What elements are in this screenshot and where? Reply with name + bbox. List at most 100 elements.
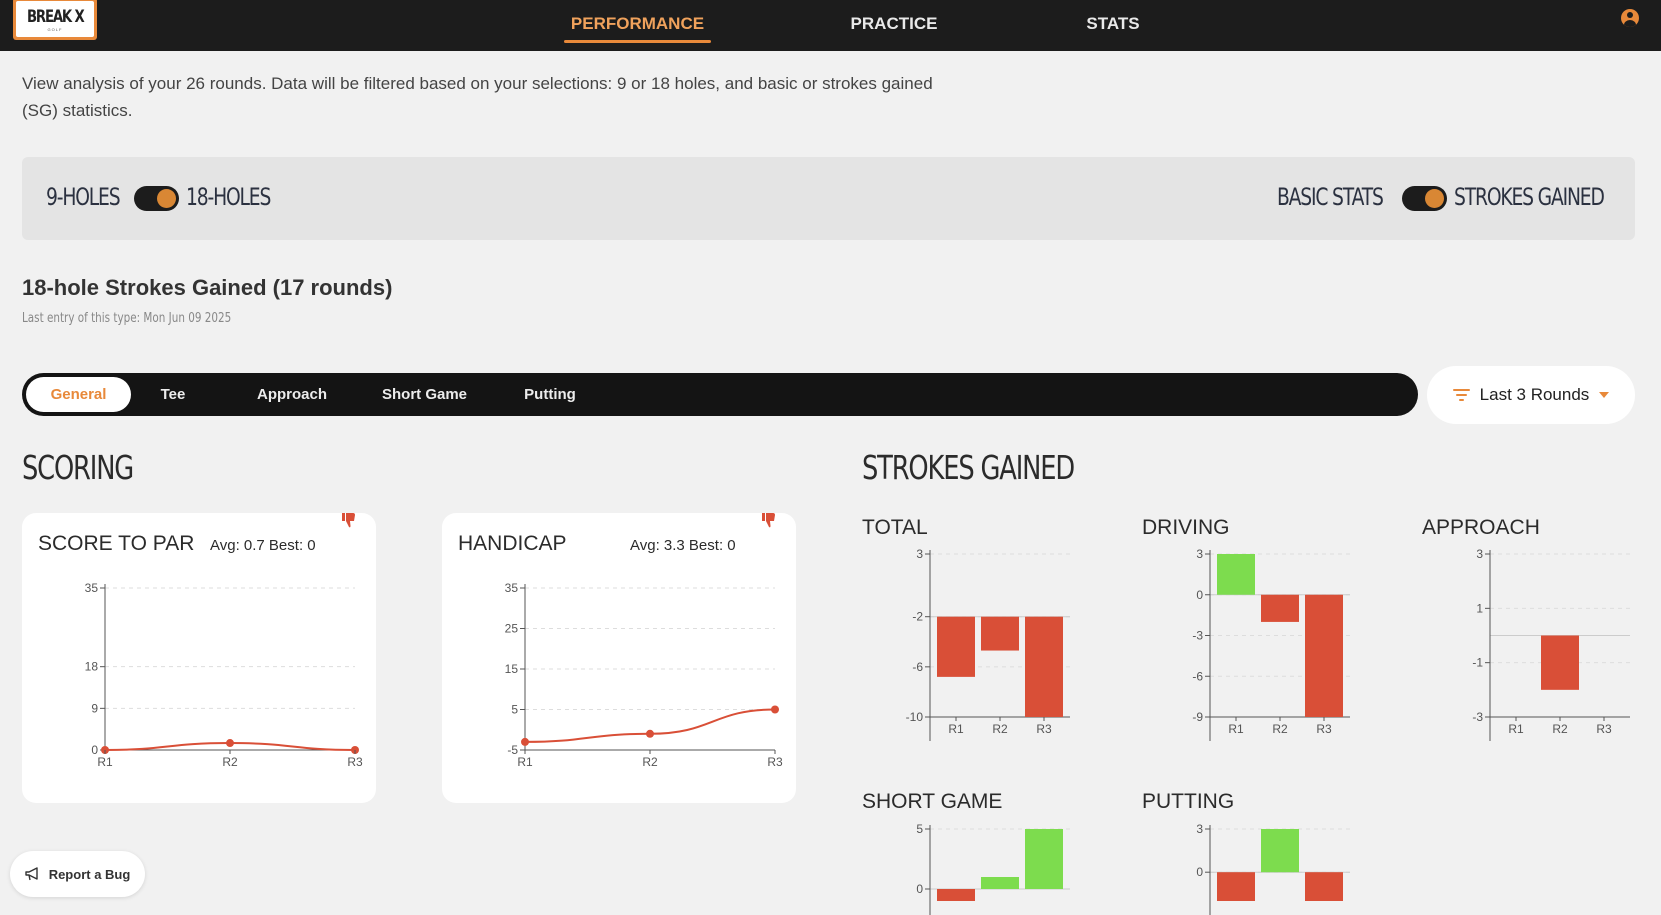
- y-tick-label: -2: [912, 610, 923, 624]
- tab-tee[interactable]: Tee: [140, 377, 206, 412]
- stats-toggle-switch[interactable]: [1402, 186, 1447, 211]
- x-tick-label: R1: [948, 722, 964, 736]
- data-point: [646, 729, 654, 738]
- y-tick-label: 35: [85, 581, 99, 595]
- y-tick-label: 0: [1196, 865, 1203, 879]
- handicap-chart: -55152535R1 R2 R3: [505, 581, 783, 769]
- bar: [937, 889, 975, 901]
- bar: [1305, 872, 1343, 901]
- toggle-label-strokes-gained[interactable]: STROKES GAINED: [1454, 183, 1605, 211]
- x-tick-label: R1: [97, 755, 113, 769]
- y-tick-label: 25: [505, 622, 519, 636]
- tab-general[interactable]: General: [26, 377, 131, 412]
- y-tick-label: -6: [912, 660, 923, 674]
- logo-subtext: GOLF: [47, 26, 63, 32]
- y-tick-label: 5: [916, 822, 923, 836]
- toggle-label-18-holes[interactable]: 18-HOLES: [186, 183, 271, 211]
- y-tick-label: 3: [1196, 547, 1203, 561]
- x-tick-label: R3: [1596, 722, 1612, 736]
- chart-title-short-game: SHORT GAME: [862, 790, 1003, 813]
- y-tick-label: -3: [1192, 629, 1203, 643]
- bar: [1217, 554, 1255, 595]
- y-tick-label: 5: [511, 703, 518, 717]
- handicap-card: HANDICAP Avg: 3.3 Best: 0 -5 5 15 25 35 R1 R2 R…: [442, 513, 796, 803]
- x-tick-label: R3: [347, 755, 363, 769]
- bar: [1025, 829, 1063, 889]
- section-title: 18-hole Strokes Gained (17 rounds): [22, 275, 393, 300]
- chevron-down-icon: [1599, 392, 1610, 398]
- round-range-dropdown[interactable]: Last 3 Rounds: [1427, 366, 1635, 424]
- chart-title-driving: DRIVING: [1142, 516, 1230, 539]
- data-point: [226, 739, 234, 748]
- nav-tab-practice[interactable]: PRACTICE: [840, 7, 948, 41]
- holes-toggle-switch[interactable]: [134, 186, 179, 211]
- chart-title-putting: PUTTING: [1142, 790, 1235, 813]
- report-bug-label: Report a Bug: [48, 866, 131, 882]
- x-tick-label: R1: [1228, 722, 1244, 736]
- bar: [981, 877, 1019, 889]
- toggle-label-basic-stats[interactable]: BASIC STATS: [1277, 183, 1384, 211]
- bar: [1261, 594, 1299, 622]
- bar: [1541, 635, 1579, 690]
- x-tick-label: R1: [1508, 722, 1524, 736]
- scoring-heading: SCORING: [22, 448, 134, 487]
- toggle-knob: [157, 189, 176, 208]
- data-point: [771, 705, 779, 714]
- megaphone-icon: [24, 867, 38, 881]
- bar: [1261, 829, 1299, 873]
- y-tick-label: 15: [505, 662, 519, 676]
- y-tick-label: 0: [916, 882, 923, 896]
- chart-title-total: TOTAL: [862, 516, 928, 539]
- nav-tab-stats[interactable]: STATS: [1075, 7, 1151, 41]
- round-range-label: Last 3 Rounds: [1479, 385, 1590, 404]
- score-to-par-chart: 091835R1 R2 R3: [85, 581, 363, 769]
- x-tick-label: R3: [1036, 722, 1052, 736]
- logo[interactable]: BREAK X GOLF: [13, 0, 97, 40]
- tab-approach[interactable]: Approach: [242, 377, 342, 412]
- y-tick-label: -9: [1192, 710, 1203, 724]
- x-tick-label: R2: [642, 755, 658, 769]
- toggle-knob: [1425, 189, 1444, 208]
- toggle-label-9-holes[interactable]: 9-HOLES: [46, 183, 121, 211]
- y-tick-label: 1: [1476, 601, 1483, 615]
- x-tick-label: R2: [222, 755, 238, 769]
- x-tick-label: R1: [517, 755, 533, 769]
- x-tick-label: R2: [1272, 722, 1288, 736]
- y-tick-label: 3: [1476, 547, 1483, 561]
- bar: [1025, 616, 1063, 717]
- x-tick-label: R2: [992, 722, 1008, 736]
- report-bug-button[interactable]: Report a Bug: [10, 851, 145, 897]
- bar: [1305, 594, 1343, 717]
- y-tick-label: -10: [906, 710, 924, 724]
- user-circle-icon[interactable]: [1621, 9, 1639, 27]
- short-game-chart: 50: [916, 822, 1070, 915]
- logo-text: BREAK X: [26, 6, 85, 27]
- score-to-par-card: SCORE TO PAR Avg: 0.7 Best: 0 0 9 18 35 R1 R2…: [22, 513, 376, 803]
- bar: [1217, 872, 1255, 901]
- chart-title-approach: APPROACH: [1422, 516, 1540, 539]
- x-tick-label: R3: [767, 755, 783, 769]
- nav-tab-performance[interactable]: PERFORMANCE: [564, 7, 711, 43]
- data-point: [521, 737, 529, 746]
- y-tick-label: -1: [1472, 656, 1483, 670]
- approach-chart: 3 1 -1 -3 R1 R2 R3: [1472, 547, 1630, 741]
- y-tick-label: -3: [1472, 710, 1483, 724]
- putting-chart: 30: [1196, 822, 1350, 915]
- y-tick-label: 35: [505, 581, 519, 595]
- last-entry-text: Last entry of this type: Mon Jun 09 2025: [22, 311, 232, 326]
- bar: [937, 616, 975, 677]
- bar: [981, 616, 1019, 651]
- y-tick-label: 3: [916, 547, 923, 561]
- y-tick-label: 18: [85, 660, 99, 674]
- y-tick-label: 9: [91, 701, 98, 715]
- filter-toggles-panel: 9-HOLES 18-HOLES BASIC STATS STROKES GAI…: [22, 157, 1635, 240]
- filter-icon: [1452, 388, 1470, 402]
- intro-text: View analysis of your 26 rounds. Data wi…: [22, 74, 933, 120]
- top-navbar: BREAK X GOLF PERFORMANCE PRACTICE STATS: [0, 0, 1661, 51]
- y-tick-label: -6: [1192, 669, 1203, 683]
- y-tick-label: 3: [1196, 822, 1203, 836]
- driving-chart: 3 0 -3 -6 -9 R1 R2 R3: [1192, 547, 1350, 741]
- category-tabs: General Tee Approach Short Game Putting: [22, 373, 1418, 416]
- tab-short-game[interactable]: Short Game: [372, 377, 477, 412]
- tab-putting[interactable]: Putting: [510, 377, 590, 412]
